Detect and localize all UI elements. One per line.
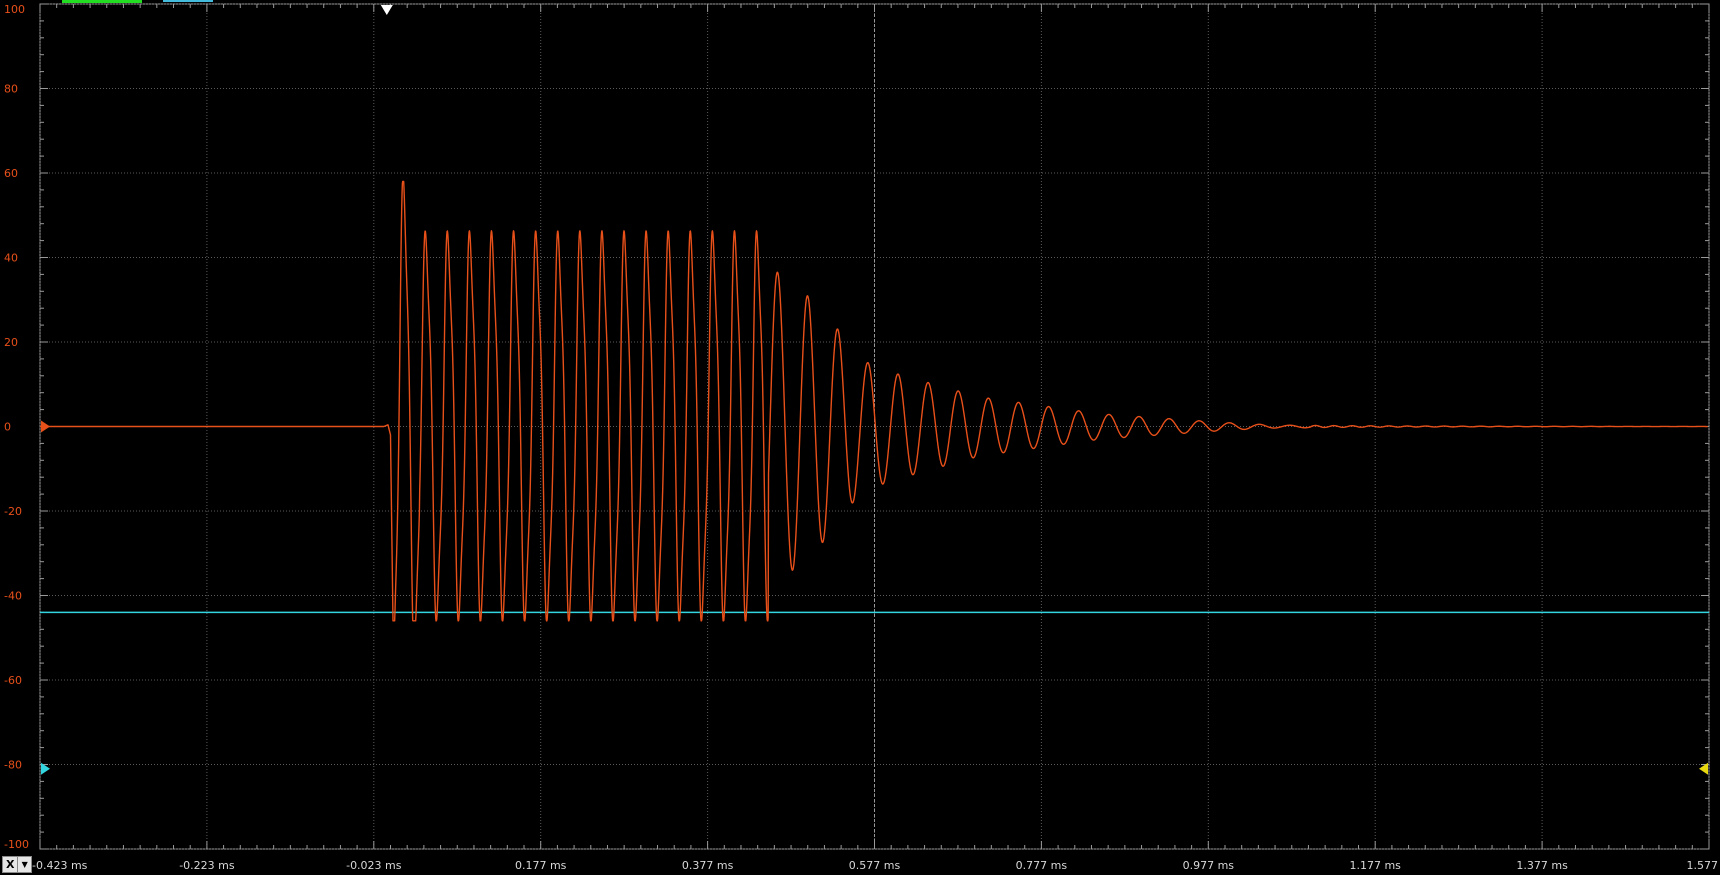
x-tick-label: 0.377 ms bbox=[682, 859, 734, 872]
y-tick-label: 40 bbox=[4, 252, 18, 265]
x-tick-label: 0.977 ms bbox=[1183, 859, 1235, 872]
signal-trace bbox=[40, 180, 1708, 622]
x-tick-label: 0.177 ms bbox=[515, 859, 567, 872]
y-tick-label: 0 bbox=[4, 421, 11, 434]
axis-selector-button[interactable]: X ▼ bbox=[2, 856, 32, 873]
y-tick-label: 100 bbox=[4, 3, 25, 16]
y-tick-label: -60 bbox=[4, 674, 22, 687]
y-tick-labels: 100 80 60 40 20 0 -20 -40 -60 -80 -100 bbox=[4, 3, 29, 851]
x-tick-label: -0.223 ms bbox=[179, 859, 235, 872]
signal-trace-group bbox=[40, 180, 1708, 622]
y-tick-label: -100 bbox=[4, 838, 29, 851]
x-tick-label: 1.377 ms bbox=[1516, 859, 1568, 872]
top-indicator-bar bbox=[163, 0, 213, 2]
y-tick-label: 80 bbox=[4, 83, 18, 96]
x-tick-label: 1.577 bbox=[1687, 859, 1719, 872]
trigger-marker-icon bbox=[380, 5, 393, 15]
x-tick-labels: -0.423 ms -0.223 ms -0.023 ms 0.177 ms 0.377… bbox=[32, 859, 1718, 872]
y-tick-label: 20 bbox=[4, 336, 18, 349]
y-tick-label: 60 bbox=[4, 167, 18, 180]
ch1-level-marker-icon bbox=[41, 420, 50, 433]
x-tick-label: 1.177 ms bbox=[1349, 859, 1401, 872]
y-tick-label: -20 bbox=[4, 505, 22, 518]
oscilloscope-plot[interactable]: 100806040200-20-40-60-80-100 -0.423 ms -0… bbox=[0, 0, 1720, 875]
axis-selector-label: X bbox=[5, 858, 15, 871]
x-tick-label: -0.023 ms bbox=[346, 859, 402, 872]
top-indicator-bar bbox=[62, 0, 142, 3]
triangle-down-icon[interactable]: ▼ bbox=[17, 857, 31, 872]
x-tick-label: -0.423 ms bbox=[32, 859, 88, 872]
y-tick-label: -80 bbox=[4, 759, 22, 772]
y-tick-label: -40 bbox=[4, 590, 22, 603]
x-tick-label: 0.777 ms bbox=[1016, 859, 1068, 872]
x-tick-label: 0.577 ms bbox=[849, 859, 901, 872]
